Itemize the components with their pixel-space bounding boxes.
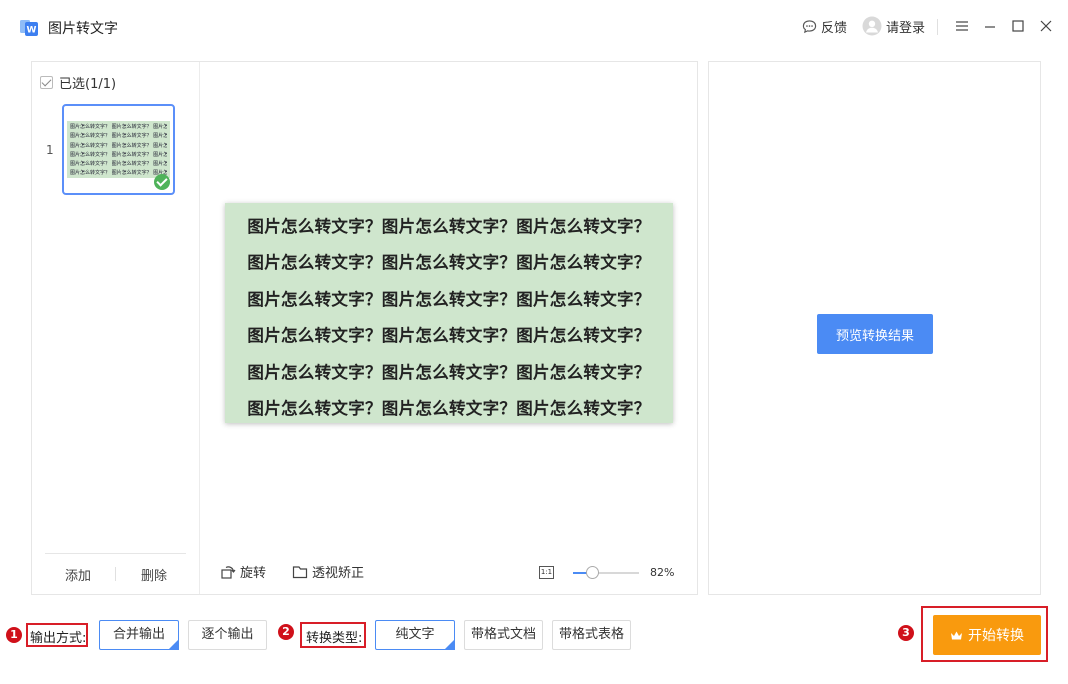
perspective-icon (292, 565, 308, 578)
preview-text-line: 图片怎么转文字？图片怎么转文字？图片怎么转文字？ (247, 326, 651, 346)
formatted-document-option[interactable]: 带格式文档 (464, 620, 543, 650)
output-mode-label: 输出方式: (30, 631, 87, 646)
step-badge: 1 (6, 627, 22, 643)
selected-check-icon (154, 174, 170, 190)
user-avatar-icon (862, 16, 882, 36)
preview-image: 图片怎么转文字？图片怎么转文字？图片怎么转文字？ 图片怎么转文字？图片怎么转文字… (225, 203, 673, 423)
thumbnail-footer: 添加 删除 (45, 553, 186, 593)
footer-divider (115, 567, 116, 581)
start-conversion-label: 开始转换 (968, 628, 1024, 644)
rotate-icon (221, 565, 236, 579)
thumbnail-text-line: 图片怎么转文字？ 图片怎么转文字？ 图片怎么转文字？ (70, 161, 167, 168)
preview-text-line: 图片怎么转文字？图片怎么转文字？图片怎么转文字？ (247, 217, 651, 236)
thumbnail-text-line: 图片怎么转文字？ 图片怎么转文字？ 图片怎么转文字？ (70, 133, 167, 140)
preview-text-line: 图片怎么转文字？图片怎么转文字？图片怎么转文字？ (247, 398, 651, 418)
image-panel: 已选(1/1) 1 图片怎么转文字？ 图片怎么转文字？ 图片怎么转文字？ 图片怎… (31, 61, 698, 595)
preview-text-line: 图片怎么转文字？图片怎么转文字？图片怎么转文字？ (247, 289, 651, 309)
rotate-label: 旋转 (240, 566, 267, 581)
zoom-value: 82% (650, 566, 675, 579)
maximize-icon[interactable] (1011, 19, 1025, 33)
app-logo-icon: W (20, 20, 38, 36)
feedback-button[interactable]: 反馈 (802, 17, 847, 36)
preview-result-button[interactable]: 预览转换结果 (817, 314, 933, 354)
preview-text-line: 图片怎么转文字？图片怎么转文字？图片怎么转文字？ (247, 253, 651, 273)
login-button[interactable]: 请登录 (862, 16, 925, 36)
feedback-label: 反馈 (821, 21, 848, 36)
titlebar-divider (937, 19, 938, 35)
preview-text-line: 图片怎么转文字？图片怎么转文字？图片怎么转文字？ (247, 362, 651, 382)
rotate-button[interactable]: 旋转 (220, 562, 266, 581)
result-panel: 预览转换结果 (708, 61, 1041, 595)
formatted-table-option[interactable]: 带格式表格 (552, 620, 631, 650)
select-all-label: 已选(1/1) (59, 77, 117, 92)
title-bar: W 图片转文字 反馈 请登录 (0, 0, 1068, 54)
actual-size-button[interactable]: 1:1 (539, 566, 554, 579)
close-icon[interactable] (1039, 19, 1053, 33)
menu-icon[interactable] (955, 19, 969, 33)
thumbnail-index: 1 (46, 143, 54, 157)
app-title: 图片转文字 (48, 21, 118, 37)
login-label: 请登录 (886, 20, 926, 36)
thumbnail-text-line: 图片怎么转文字？ 图片怎么转文字？ 图片怎么转文字？ (70, 124, 167, 130)
select-all-checkbox[interactable]: 已选(1/1) (40, 73, 116, 92)
start-conversion-button[interactable]: 开始转换 (933, 615, 1041, 655)
crown-icon (951, 631, 962, 639)
thumbnail-image: 图片怎么转文字？ 图片怎么转文字？ 图片怎么转文字？ 图片怎么转文字？ 图片怎么… (67, 121, 170, 178)
checkbox-icon (40, 76, 53, 89)
thumbnail-card[interactable]: 图片怎么转文字？ 图片怎么转文字？ 图片怎么转文字？ 图片怎么转文字？ 图片怎么… (62, 104, 175, 195)
delete-image-button[interactable]: 删除 (141, 565, 167, 584)
separate-output-option[interactable]: 逐个输出 (188, 620, 267, 650)
zoom-slider-handle[interactable] (585, 566, 599, 579)
minimize-icon[interactable] (983, 19, 997, 33)
thumbnail-text-line: 图片怎么转文字？ 图片怎么转文字？ 图片怎么转文字？ (70, 142, 167, 149)
add-image-button[interactable]: 添加 (65, 565, 91, 584)
perspective-correction-button[interactable]: 透视矫正 (292, 562, 364, 581)
zoom-slider[interactable] (573, 566, 639, 579)
thumbnail-text-line: 图片怎么转文字？ 图片怎么转文字？ 图片怎么转文字？ (70, 170, 167, 177)
svg-text:W: W (27, 26, 37, 36)
plain-text-option[interactable]: 纯文字 (375, 620, 455, 650)
merge-output-option[interactable]: 合并输出 (99, 620, 179, 650)
perspective-label: 透视矫正 (312, 566, 365, 581)
chat-bubble-icon (802, 20, 817, 34)
thumbnail-column: 已选(1/1) 1 图片怎么转文字？ 图片怎么转文字？ 图片怎么转文字？ 图片怎… (32, 62, 200, 594)
conversion-type-label: 转换类型: (306, 631, 363, 646)
thumbnail-text-line: 图片怎么转文字？ 图片怎么转文字？ 图片怎么转文字？ (70, 151, 167, 158)
step-badge: 2 (278, 624, 294, 640)
step-badge: 3 (898, 625, 914, 641)
